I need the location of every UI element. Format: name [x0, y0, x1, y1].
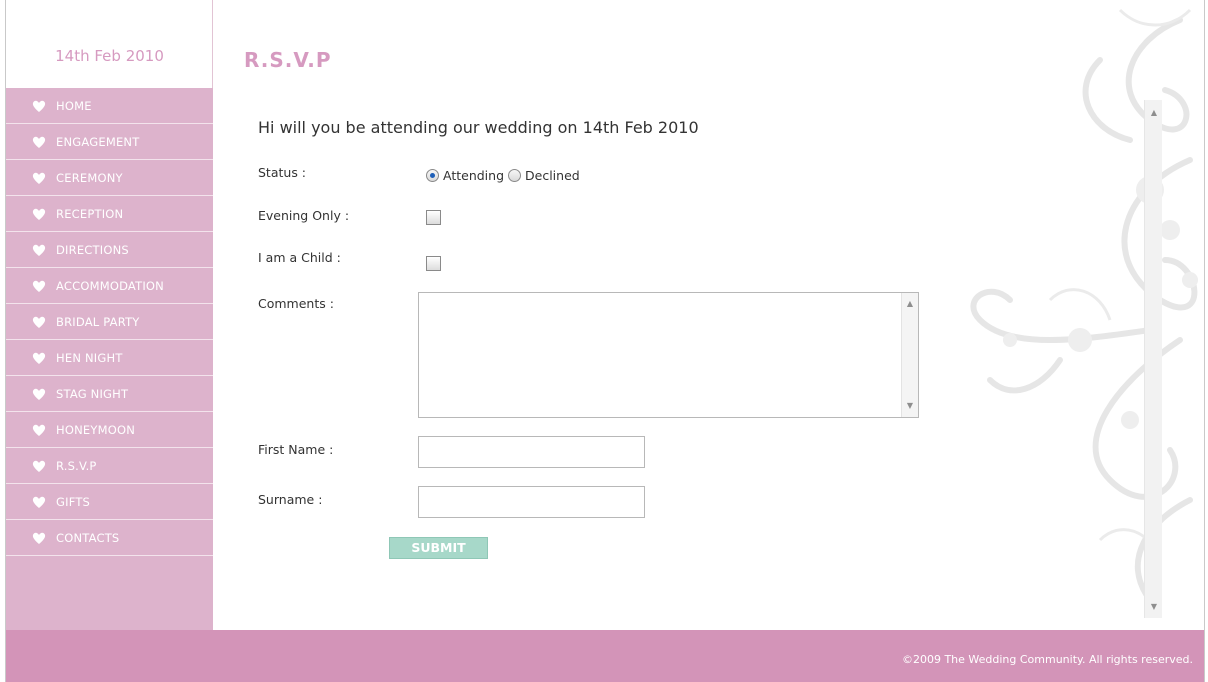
page-scroll-down-icon[interactable]: ▼	[1145, 602, 1163, 612]
child-checkbox[interactable]	[426, 256, 441, 271]
sidebar-item-label: HONEYMOON	[56, 422, 136, 437]
child-label: I am a Child :	[258, 250, 341, 265]
heart-icon	[32, 531, 46, 545]
evening-only-checkbox[interactable]	[426, 210, 441, 225]
declined-label[interactable]: Declined	[525, 168, 580, 183]
page-scrollbar[interactable]: ▲ ▼	[1144, 100, 1162, 618]
sidebar-item-label: CEREMONY	[56, 170, 123, 185]
first-name-input[interactable]	[418, 436, 645, 468]
declined-radio[interactable]	[508, 169, 522, 182]
sidebar-item-stag-night[interactable]: STAG NIGHT	[6, 376, 213, 412]
floral-decoration	[950, 0, 1205, 630]
sidebar-item-label: ENGAGEMENT	[56, 134, 140, 149]
heart-icon	[32, 459, 46, 473]
wedding-date: 14th Feb 2010	[55, 47, 164, 65]
rsvp-question: Hi will you be attending our wedding on …	[258, 118, 699, 137]
sidebar-item-engagement[interactable]: ENGAGEMENT	[6, 124, 213, 160]
sidebar-nav: HOME ENGAGEMENT CEREMONY RECEPTION DIRECTION…	[6, 88, 213, 556]
heart-icon	[32, 99, 46, 113]
heart-icon	[32, 279, 46, 293]
status-label: Status :	[258, 165, 307, 180]
sidebar-item-r-s-v-p[interactable]: R.S.V.P	[6, 448, 213, 484]
footer: ©2009 The Wedding Community. All rights …	[6, 630, 1204, 682]
heart-icon	[32, 171, 46, 185]
attending-label[interactable]: Attending	[443, 168, 504, 183]
sidebar-item-label: RECEPTION	[56, 206, 124, 221]
sidebar-item-home[interactable]: HOME	[6, 88, 213, 124]
scroll-down-icon[interactable]: ▼	[902, 401, 918, 411]
sidebar-item-directions[interactable]: DIRECTIONS	[6, 232, 213, 268]
sidebar-item-label: DIRECTIONS	[56, 242, 129, 257]
sidebar-item-contacts[interactable]: CONTACTS	[6, 520, 213, 556]
sidebar-item-label: GIFTS	[56, 494, 91, 509]
sidebar-item-reception[interactable]: RECEPTION	[6, 196, 213, 232]
sidebar-item-bridal-party[interactable]: BRIDAL PARTY	[6, 304, 213, 340]
first-name-label: First Name :	[258, 442, 334, 457]
surname-input[interactable]	[418, 486, 645, 518]
heart-icon	[32, 207, 46, 221]
sidebar-item-label: STAG NIGHT	[56, 386, 129, 401]
sidebar-item-label: R.S.V.P	[56, 458, 97, 473]
heart-icon	[32, 387, 46, 401]
sidebar-item-label: ACCOMMODATION	[56, 278, 164, 293]
floral-ornament-icon	[970, 8, 1198, 603]
sidebar-item-label: HEN NIGHT	[56, 350, 123, 365]
page-title: R.S.V.P	[244, 48, 332, 72]
heart-icon	[32, 315, 46, 329]
heart-icon	[32, 243, 46, 257]
sidebar-item-accommodation[interactable]: ACCOMMODATION	[6, 268, 213, 304]
sidebar-item-label: CONTACTS	[56, 530, 120, 545]
heart-icon	[32, 351, 46, 365]
heart-icon	[32, 135, 46, 149]
sidebar-item-honeymoon[interactable]: HONEYMOON	[6, 412, 213, 448]
scroll-up-icon[interactable]: ▲	[902, 299, 918, 309]
submit-button[interactable]: SUBMIT	[389, 537, 488, 559]
attending-radio[interactable]	[426, 169, 439, 182]
surname-label: Surname :	[258, 492, 323, 507]
comments-label: Comments :	[258, 296, 334, 311]
sidebar-item-ceremony[interactable]: CEREMONY	[6, 160, 213, 196]
sidebar-item-label: HOME	[56, 98, 92, 113]
sidebar-item-gifts[interactable]: GIFTS	[6, 484, 213, 520]
sidebar: 14th Feb 2010 HOME ENGAGEMENT CEREMONY RECE…	[6, 0, 213, 630]
heart-icon	[32, 423, 46, 437]
sidebar-item-hen-night[interactable]: HEN NIGHT	[6, 340, 213, 376]
copyright-text: ©2009 The Wedding Community. All rights …	[901, 653, 1193, 666]
sidebar-date-box: 14th Feb 2010	[6, 0, 213, 88]
sidebar-item-label: BRIDAL PARTY	[56, 314, 140, 329]
evening-only-label: Evening Only :	[258, 208, 350, 223]
page-scroll-up-icon[interactable]: ▲	[1145, 108, 1163, 118]
status-radio-group: Attending Declined	[426, 168, 584, 183]
comments-textarea[interactable]: ▲ ▼	[418, 292, 919, 418]
heart-icon	[32, 495, 46, 509]
comments-scrollbar[interactable]: ▲ ▼	[901, 293, 918, 417]
